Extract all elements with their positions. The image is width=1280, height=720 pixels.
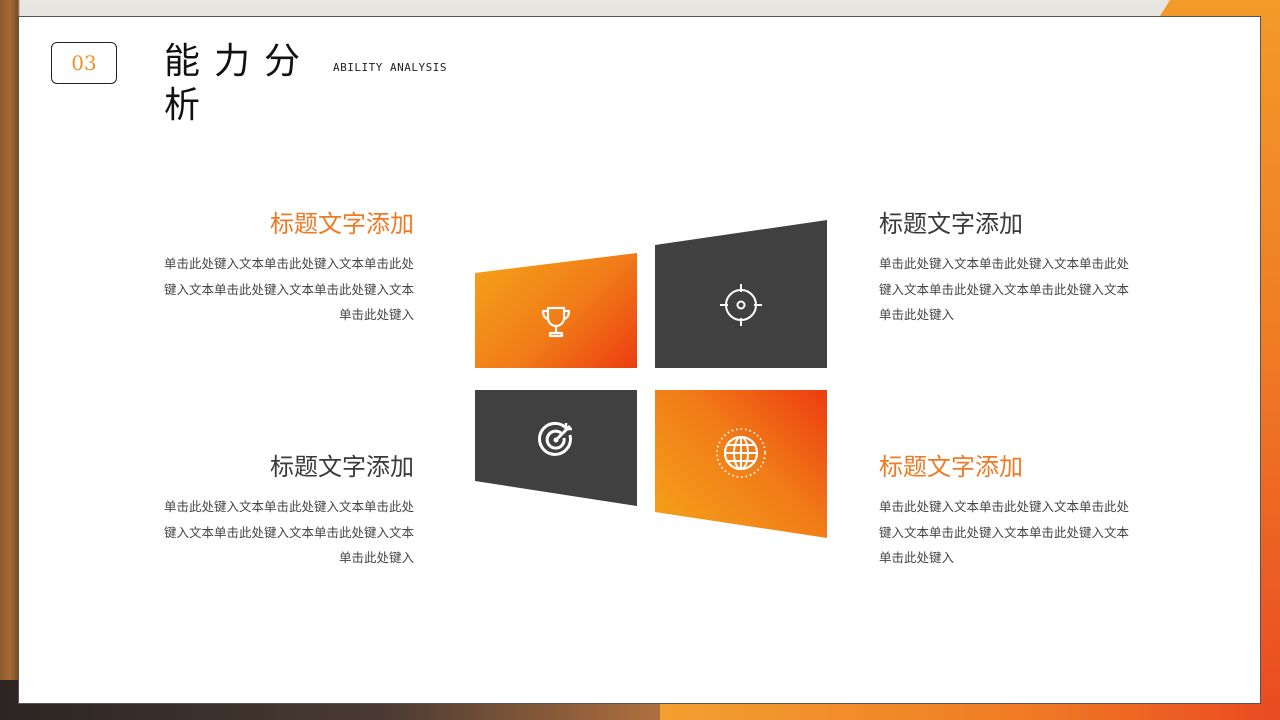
block-title-bottom-right: 标题文字添加 (879, 453, 1023, 481)
globe-icon (715, 427, 767, 479)
block-title-bottom-left: 标题文字添加 (270, 453, 414, 481)
block-text-bottom-left: 单击此处键入文本单击此处键入文本单击此处键入文本单击此处键入文本单击此处键入文本… (163, 499, 414, 565)
tile-trophy (475, 253, 637, 368)
block-text-bottom-right: 单击此处键入文本单击此处键入文本单击此处键入文本单击此处键入文本单击此处键入文本… (879, 499, 1130, 565)
block-title-top-left: 标题文字添加 (270, 210, 414, 238)
block-title-top-right: 标题文字添加 (879, 210, 1023, 238)
target-dart-icon (536, 419, 576, 459)
section-number: 03 (51, 42, 117, 84)
page-subtitle: ABILITY ANALYSIS (333, 61, 447, 74)
crosshair-icon (719, 283, 763, 327)
corner-accent-bottom (660, 704, 1280, 720)
trophy-icon (538, 304, 574, 340)
block-text-top-left: 单击此处键入文本单击此处键入文本单击此处键入文本单击此处键入文本单击此处键入文本… (163, 256, 414, 322)
tile-globe (655, 390, 827, 538)
tile-crosshair (655, 220, 827, 368)
page-title: 能力分析 (164, 41, 315, 126)
block-text-top-right: 单击此处键入文本单击此处键入文本单击此处键入文本单击此处键入文本单击此处键入文本… (879, 256, 1130, 322)
